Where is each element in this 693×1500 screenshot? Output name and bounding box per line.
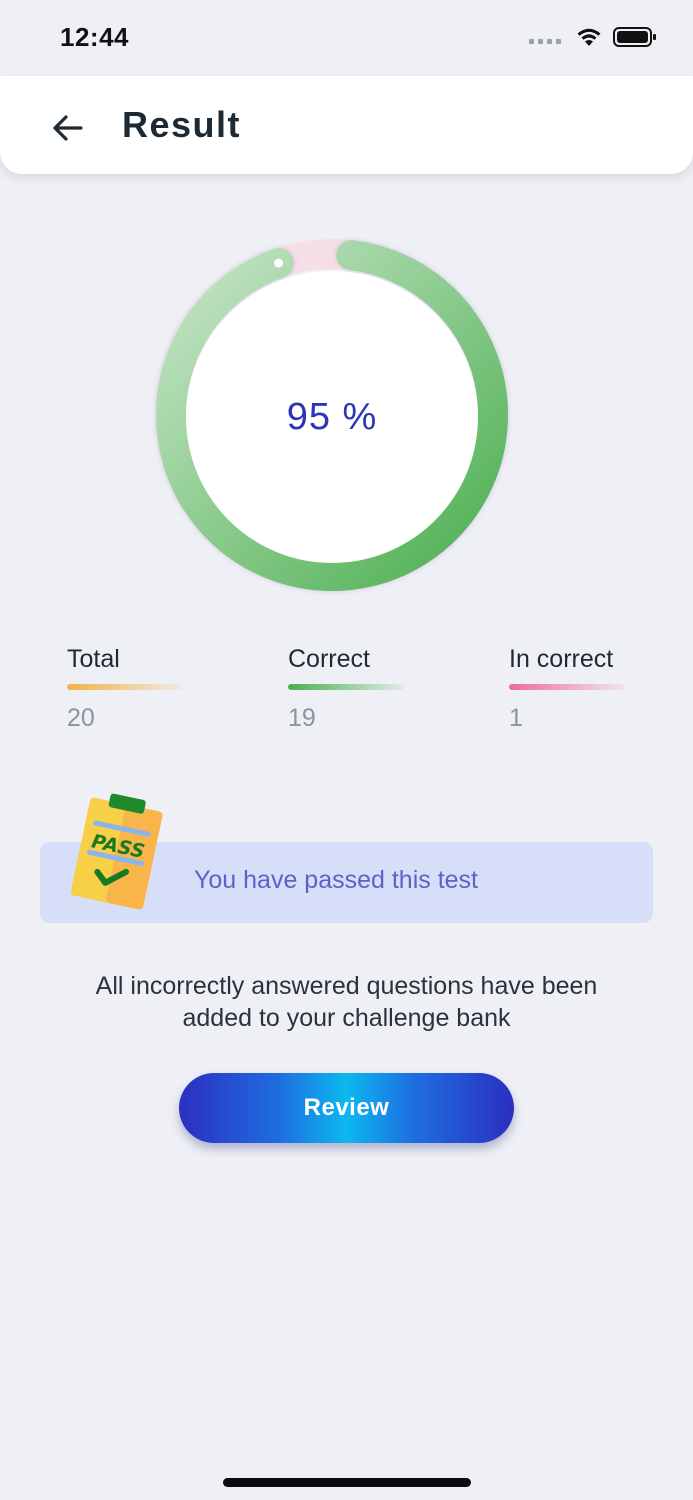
stat-incorrect-value: 1 [509,704,523,732]
stat-total: Total 20 [67,645,187,733]
review-button[interactable]: Review [179,1073,514,1143]
page-title: Result [122,104,242,145]
stat-total-value: 20 [67,704,95,732]
arrow-left-icon [53,115,83,141]
stat-correct-label: Correct [288,645,370,673]
score-progress-ring: 95 % [150,235,514,599]
pass-clipboard-icon: PASS [70,793,163,910]
stat-incorrect-bar [509,684,625,690]
back-button[interactable] [48,108,88,148]
signal-icon [529,30,561,44]
status-time: 12:44 [60,22,129,52]
status-icons [529,26,657,48]
stat-total-bar [67,684,183,690]
stat-total-label: Total [67,645,120,673]
pass-message: You have passed this test [194,866,478,894]
stat-correct: Correct 19 [288,645,408,733]
status-bar: 12:44 [0,0,693,76]
score-percentage: 95 % [286,395,378,438]
stats-row: Total 20 Correct 19 In correct 1 [67,645,647,745]
battery-icon [613,27,656,47]
app-header: Result [0,76,693,174]
stat-correct-bar [288,684,404,690]
challenge-bank-note: All incorrectly answered questions have … [95,972,598,1032]
stat-correct-value: 19 [288,704,316,732]
wifi-icon [577,28,601,46]
home-indicator[interactable] [223,1478,471,1487]
stat-incorrect: In correct 1 [509,645,629,733]
stat-incorrect-label: In correct [509,645,614,673]
